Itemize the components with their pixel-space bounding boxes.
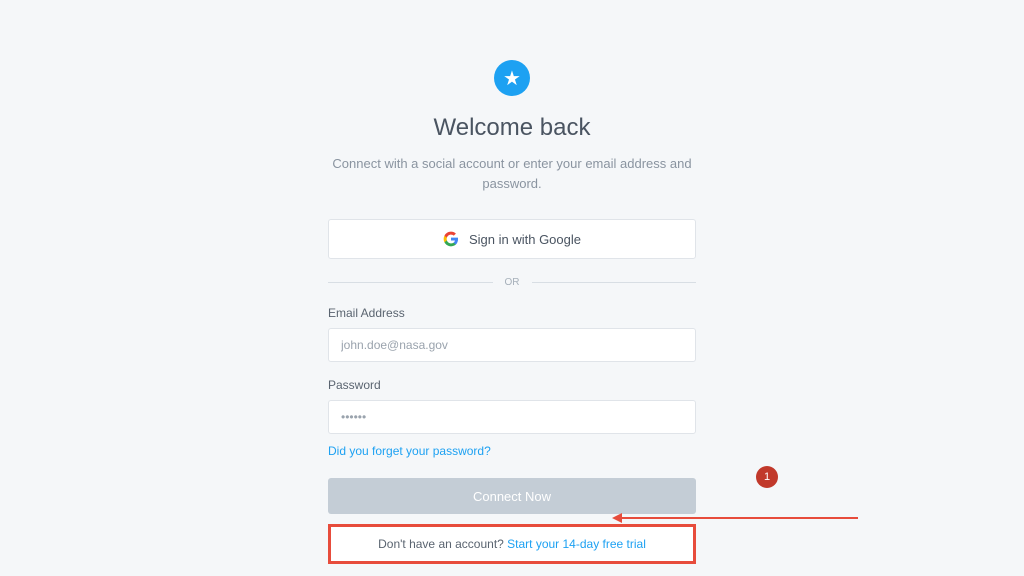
annotation-arrow xyxy=(620,517,858,519)
signup-prompt: Don't have an account? xyxy=(378,537,507,551)
forgot-password-link[interactable]: Did you forget your password? xyxy=(328,444,696,458)
login-page: ★ Welcome back Connect with a social acc… xyxy=(0,0,1024,576)
page-subtitle: Connect with a social account or enter y… xyxy=(327,154,697,193)
email-field[interactable] xyxy=(328,328,696,362)
google-signin-button[interactable]: Sign in with Google xyxy=(328,219,696,259)
annotation-badge: 1 xyxy=(756,466,778,488)
star-icon: ★ xyxy=(503,66,521,91)
divider: OR xyxy=(328,277,696,288)
connect-now-button[interactable]: Connect Now xyxy=(328,478,696,514)
page-title: Welcome back xyxy=(434,114,591,142)
logo: ★ xyxy=(494,60,530,96)
divider-line-right xyxy=(532,282,697,283)
divider-line-left xyxy=(328,282,493,283)
login-form: Sign in with Google OR Email Address Pas… xyxy=(328,219,696,564)
email-label: Email Address xyxy=(328,306,696,320)
password-label: Password xyxy=(328,378,696,392)
signup-row: Don't have an account? Start your 14-day… xyxy=(328,524,696,564)
google-icon xyxy=(443,231,459,247)
divider-text: OR xyxy=(505,277,520,288)
google-signin-label: Sign in with Google xyxy=(469,232,581,247)
signup-trial-link[interactable]: Start your 14-day free trial xyxy=(507,537,646,551)
password-field[interactable] xyxy=(328,400,696,434)
